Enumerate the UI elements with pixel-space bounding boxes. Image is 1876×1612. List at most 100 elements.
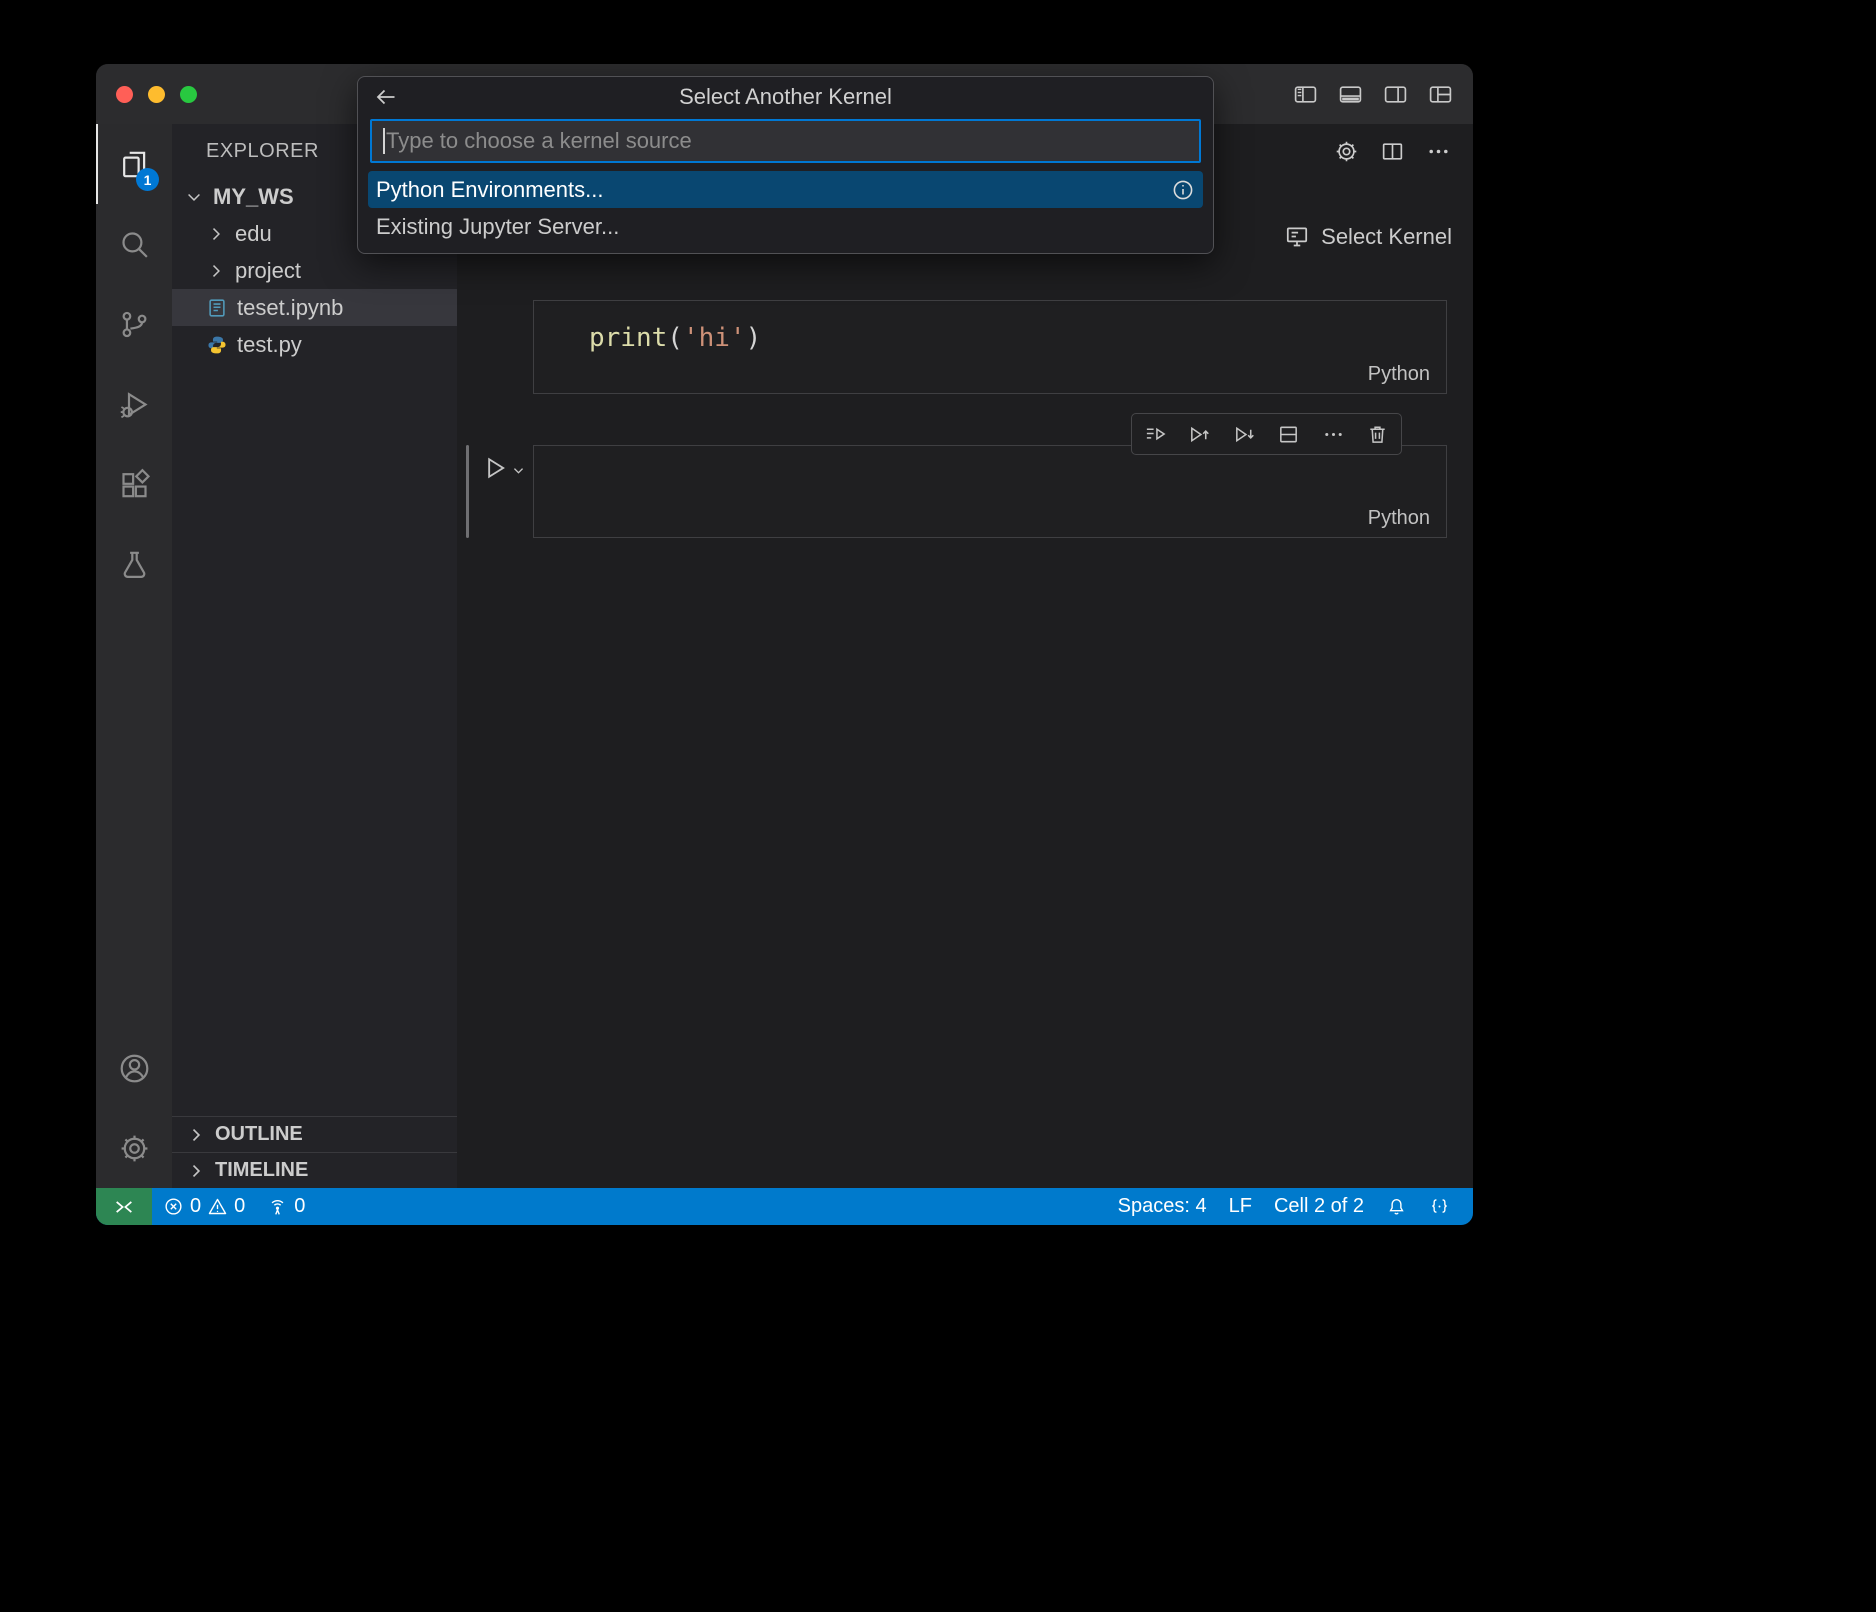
split-editor-icon[interactable] <box>1380 139 1405 164</box>
activity-explorer[interactable]: 1 <box>96 124 172 204</box>
execute-cell-and-below-icon[interactable] <box>1233 423 1256 446</box>
notifications-button[interactable] <box>1375 1188 1418 1225</box>
code-token: print <box>589 323 668 353</box>
run-debug-icon <box>118 388 151 421</box>
eol-indicator[interactable]: LF <box>1218 1188 1263 1225</box>
quick-pick-input-wrap <box>370 119 1201 163</box>
file-label: test.py <box>237 331 302 357</box>
quick-pick-title: Select Another Kernel <box>679 84 892 109</box>
code-token: ) <box>745 323 762 353</box>
cell-1-code[interactable]: print('hi') <box>534 301 1446 353</box>
run-icon <box>488 457 505 479</box>
notebook-file-icon <box>209 298 225 317</box>
activity-bar: 1 <box>96 124 172 1188</box>
status-bar-right: Spaces: 4 LF Cell 2 of 2 <box>1107 1188 1473 1225</box>
activity-testing[interactable] <box>96 524 172 604</box>
chevron-right-icon <box>192 1128 201 1141</box>
explorer-badge: 1 <box>136 168 159 191</box>
tree-item-teset-ipynb[interactable]: teset.ipynb <box>172 289 457 326</box>
execute-above-icon[interactable] <box>1144 423 1167 446</box>
source-control-icon <box>118 308 151 341</box>
cell-language-picker[interactable]: Python <box>1368 507 1430 530</box>
section-outline[interactable]: OUTLINE <box>172 1116 457 1152</box>
notebook-cell-1: print('hi') Python <box>533 300 1447 394</box>
customize-layout-icon[interactable] <box>1428 82 1453 107</box>
more-actions-icon[interactable] <box>1426 139 1451 164</box>
indent-indicator[interactable]: Spaces: 4 <box>1107 1188 1218 1225</box>
chevron-down-icon <box>188 193 200 201</box>
select-kernel-button[interactable]: Select Kernel <box>1284 224 1452 250</box>
cell-toolbar <box>1131 413 1402 455</box>
gear-icon <box>118 1132 151 1165</box>
remote-indicator[interactable] <box>96 1188 152 1225</box>
toggle-panel-icon[interactable] <box>1338 82 1363 107</box>
activity-extensions[interactable] <box>96 444 172 524</box>
quick-pick-item-python-environments[interactable]: Python Environments... <box>368 171 1203 208</box>
execute-cell-and-above-icon[interactable] <box>1188 423 1211 446</box>
activity-source-control[interactable] <box>96 284 172 364</box>
remote-icon <box>116 1200 132 1213</box>
status-bar: 0 0 0 Spaces: 4 LF Cell 2 of 2 <box>96 1188 1473 1225</box>
cell-position-label: Cell 2 of 2 <box>1273 1195 1364 1217</box>
kernel-source-input[interactable] <box>372 121 1199 161</box>
chevron-right-icon <box>192 1164 201 1177</box>
quick-pick-item-label: Existing Jupyter Server... <box>376 213 620 239</box>
back-arrow-icon[interactable] <box>374 85 398 109</box>
workspace-label: MY_WS <box>213 183 294 209</box>
quick-pick-header: Select Another Kernel <box>358 77 1213 117</box>
language-status-button[interactable] <box>1418 1188 1461 1225</box>
section-label: OUTLINE <box>215 1123 303 1145</box>
sidebar-bottom-sections: OUTLINE TIMELINE <box>172 1116 457 1188</box>
explorer-sidebar: EXPLORER MY_WS edu project teset.ipynb t… <box>172 124 457 1188</box>
account-icon <box>118 1052 151 1085</box>
activity-accounts[interactable] <box>96 1028 172 1108</box>
search-icon <box>118 228 151 261</box>
zoom-window-button[interactable] <box>180 86 197 103</box>
minimize-window-button[interactable] <box>148 86 165 103</box>
error-count: 0 <box>190 1195 202 1217</box>
ports-indicator[interactable]: 0 <box>256 1188 316 1225</box>
bell-icon <box>1389 1198 1404 1215</box>
cell-language-picker[interactable]: Python <box>1368 363 1430 386</box>
toggle-secondary-sidebar-icon[interactable] <box>1383 82 1408 107</box>
quick-pick-item-label: Python Environments... <box>376 176 604 202</box>
tree-item-test-py[interactable]: test.py <box>172 326 457 363</box>
folder-label: project <box>235 257 302 283</box>
close-window-button[interactable] <box>116 86 133 103</box>
activity-run-debug[interactable] <box>96 364 172 444</box>
problems-indicator[interactable]: 0 0 <box>152 1188 256 1225</box>
toggle-primary-sidebar-icon[interactable] <box>1293 82 1318 107</box>
activity-settings[interactable] <box>96 1108 172 1188</box>
delete-cell-icon[interactable] <box>1366 423 1389 446</box>
info-icon[interactable] <box>1171 178 1195 202</box>
select-kernel-label: Select Kernel <box>1321 224 1452 249</box>
vscode-window: 1 EXPLORER MY_WS edu project teset.ipynb… <box>96 64 1473 1225</box>
layout-controls <box>1293 82 1453 107</box>
window-controls <box>116 86 197 103</box>
text-caret <box>383 128 385 154</box>
split-cell-icon[interactable] <box>1277 423 1300 446</box>
warning-count: 0 <box>234 1195 246 1217</box>
kernel-quick-pick: Select Another Kernel Python Environment… <box>357 76 1214 254</box>
indent-label: Spaces: 4 <box>1117 1195 1207 1217</box>
file-label: teset.ipynb <box>237 294 344 320</box>
tree-item-project[interactable]: project <box>172 252 457 289</box>
kernel-icon <box>1287 227 1308 247</box>
braces-icon <box>1432 1199 1447 1213</box>
cell-focus-indicator <box>466 445 469 538</box>
chevron-right-icon <box>212 227 220 240</box>
section-timeline[interactable]: TIMELINE <box>172 1152 457 1188</box>
run-cell-button[interactable] <box>481 454 526 482</box>
more-cell-actions-icon[interactable] <box>1322 423 1345 446</box>
broadcast-icon <box>271 1199 284 1215</box>
activity-bar-spacer <box>96 604 172 1028</box>
notebook-settings-gear-icon[interactable] <box>1334 139 1359 164</box>
chevron-right-icon <box>212 264 220 277</box>
notebook-editor: Select Kernel print('hi') Python Python <box>457 124 1473 1188</box>
quick-pick-item-existing-jupyter-server[interactable]: Existing Jupyter Server... <box>368 208 1203 245</box>
cell-position-indicator[interactable]: Cell 2 of 2 <box>1263 1188 1375 1225</box>
activity-search[interactable] <box>96 204 172 284</box>
warning-icon <box>208 1198 227 1215</box>
notebook-cell-2: Python <box>533 445 1447 538</box>
extensions-icon <box>118 468 151 501</box>
